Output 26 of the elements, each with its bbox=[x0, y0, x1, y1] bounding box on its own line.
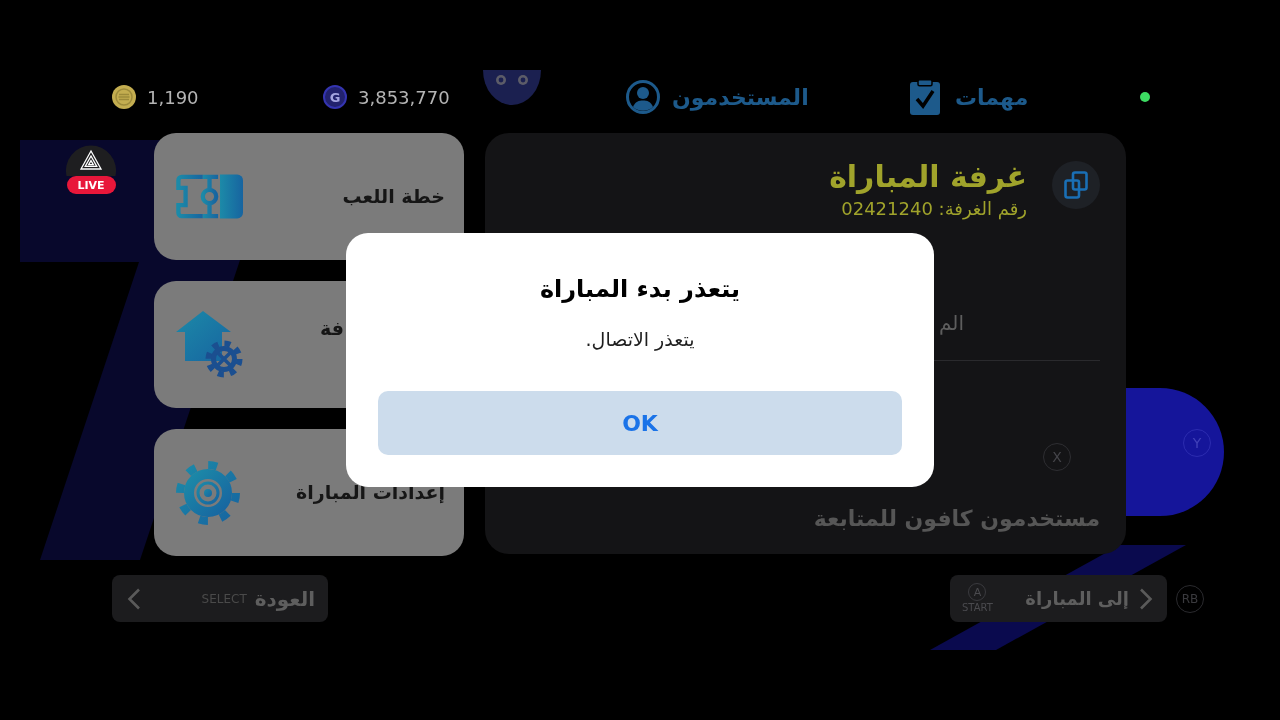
chevron-right-icon bbox=[1139, 587, 1153, 610]
copy-button[interactable] bbox=[1052, 161, 1100, 209]
coin-balance: 1,190 bbox=[147, 85, 199, 110]
clipboard-check-icon bbox=[910, 79, 940, 115]
chevron-left-icon bbox=[127, 587, 141, 610]
live-button[interactable]: LIVE bbox=[66, 137, 116, 194]
tasks-tab[interactable]: مهمات bbox=[910, 79, 1029, 115]
users-tab[interactable]: المستخدمون bbox=[626, 79, 809, 115]
status-message: مستخدمون كافون للمتابعة bbox=[813, 505, 1100, 534]
room-title: غرفة المباراة bbox=[829, 159, 1027, 195]
user-circle-icon bbox=[626, 80, 660, 114]
house-gear-icon bbox=[176, 311, 243, 378]
currency-symbol: G bbox=[323, 85, 347, 109]
menu-item[interactable]: خطة اللعب bbox=[154, 133, 464, 260]
gem-balance: 3,853,770 bbox=[358, 85, 450, 110]
dialog-message: يتعذر الاتصال. bbox=[585, 327, 695, 353]
pitch-icon bbox=[176, 174, 243, 219]
mascot-icon bbox=[483, 70, 541, 105]
coin-icon bbox=[112, 85, 136, 109]
room-number: رقم الغرفة: 02421240 bbox=[841, 197, 1027, 222]
gear-icon bbox=[176, 460, 240, 525]
menu-item[interactable]: فة bbox=[154, 281, 346, 408]
ok-button[interactable]: OK bbox=[378, 391, 902, 455]
dialog-title: يتعذر بدء المباراة bbox=[539, 274, 741, 305]
field-label: الم bbox=[939, 310, 964, 336]
copy-icon bbox=[1064, 171, 1088, 199]
